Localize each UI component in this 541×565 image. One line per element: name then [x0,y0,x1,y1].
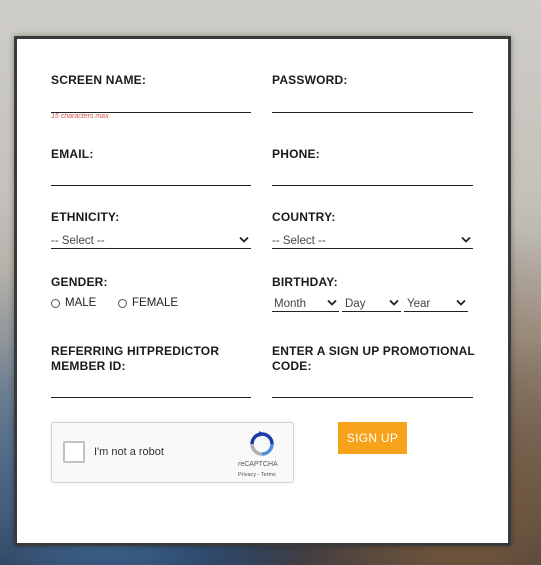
country-label: COUNTRY: [272,210,336,224]
recaptcha-logo-icon [250,431,274,456]
gender-female-radio[interactable] [118,298,127,308]
country-select-value: -- Select -- [272,235,326,247]
gender-male-label: MALE [65,297,97,309]
email-label: EMAIL: [51,147,94,161]
recaptcha-widget: I'm not a robot reCAPTCHA Privacy - Term… [51,422,294,483]
promo-code-label-line1: ENTER A SIGN UP PROMOTIONAL [272,344,475,358]
gender-female-label: FEMALE [132,297,179,309]
signup-button[interactable]: SIGN UP [338,422,407,454]
promo-code-label-line2: CODE: [272,359,312,373]
chevron-down-icon [239,236,249,243]
password-label: PASSWORD: [272,73,348,87]
phone-label: PHONE: [272,147,320,161]
birthday-label: BIRTHDAY: [272,275,338,289]
ethnicity-label: ETHNICITY: [51,210,120,224]
chevron-down-icon [456,299,466,306]
chevron-down-icon [389,299,399,306]
screen-name-hint: 15 characters max. [51,113,111,120]
gender-label: GENDER: [51,275,108,289]
birthday-month-select[interactable]: Month [272,297,339,312]
country-select[interactable]: -- Select -- [272,234,473,249]
screen-name-label: SCREEN NAME: [51,73,147,87]
chevron-down-icon [461,236,471,243]
ethnicity-select[interactable]: -- Select -- [51,234,251,249]
promo-code-label: ENTER A SIGN UP PROMOTIONAL CODE: [272,344,475,374]
password-input[interactable] [272,112,473,113]
recaptcha-checkbox-text: I'm not a robot [94,446,164,458]
recaptcha-brand: reCAPTCHA [238,461,278,468]
gender-female-option[interactable]: FEMALE [118,297,178,309]
referring-id-label-line2: MEMBER ID: [51,359,126,373]
birthday-year-select[interactable]: Year [404,297,468,312]
referring-id-input[interactable] [51,397,251,398]
birthday-day-select[interactable]: Day [342,297,401,312]
birthday-month-value: Month [274,298,306,310]
chevron-down-icon [327,299,337,306]
recaptcha-checkbox[interactable] [63,441,85,463]
phone-input[interactable] [272,185,473,186]
referring-id-label: REFERRING HITPREDICTOR MEMBER ID: [51,344,219,374]
email-input[interactable] [51,185,251,186]
birthday-day-value: Day [345,298,366,310]
recaptcha-links[interactable]: Privacy - Terms [238,472,276,478]
gender-male-option[interactable]: MALE [51,297,96,309]
birthday-year-value: Year [407,298,431,310]
gender-male-radio[interactable] [51,298,60,308]
promo-code-input[interactable] [272,397,473,398]
referring-id-label-line1: REFERRING HITPREDICTOR [51,344,220,358]
ethnicity-select-value: -- Select -- [51,235,105,247]
